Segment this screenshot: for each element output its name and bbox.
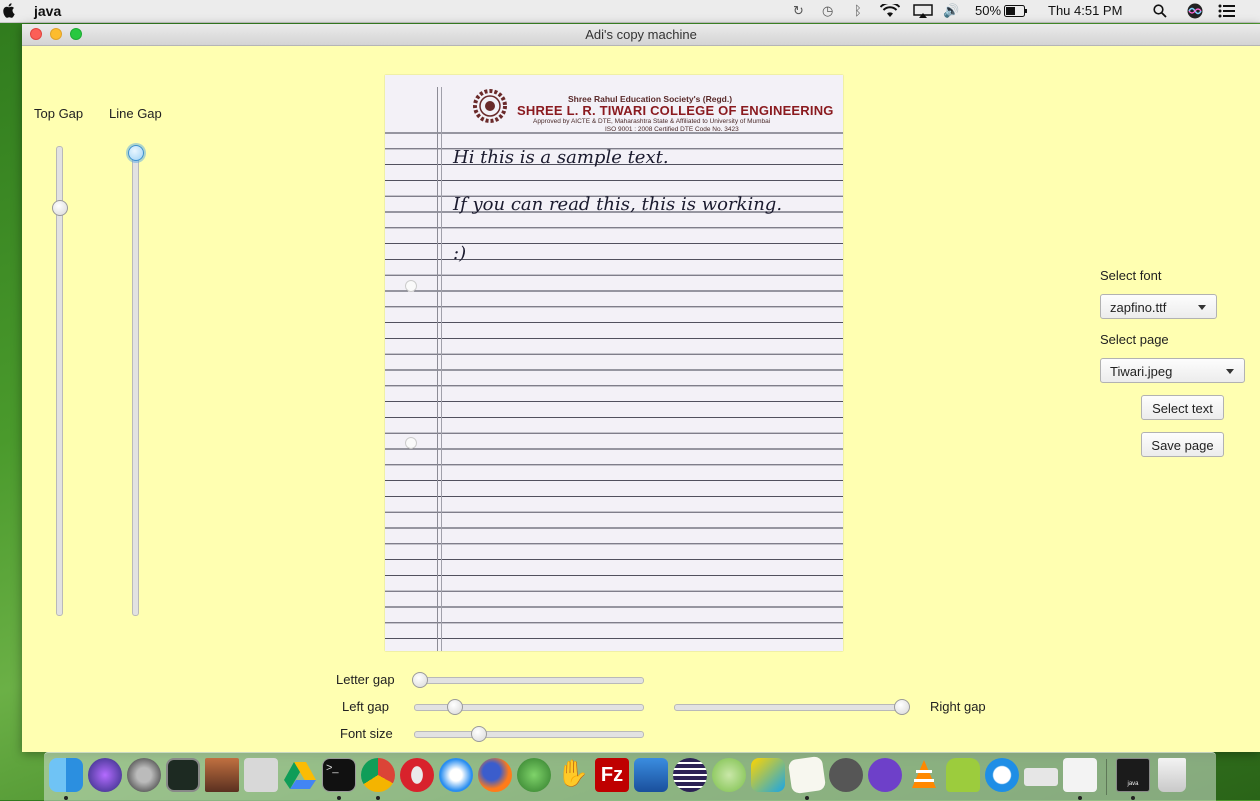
google-drive-icon[interactable] (283, 758, 317, 792)
eclipse-icon[interactable] (673, 758, 707, 792)
chevron-down-icon (1226, 369, 1234, 374)
top-gap-slider-track[interactable] (56, 146, 63, 616)
opera-icon[interactable] (400, 758, 434, 792)
handwritten-line: If you can read this, this is working. (453, 194, 783, 215)
spotlight-search-icon[interactable] (1153, 4, 1167, 18)
font-dropdown-value: zapfino.ttf (1110, 300, 1167, 315)
finder-icon[interactable] (49, 758, 83, 792)
dock: >_ ✋ Fz java (44, 752, 1216, 801)
punch-hole (405, 280, 417, 292)
letter-gap-label: Letter gap (336, 672, 395, 687)
running-indicator (1078, 796, 1082, 800)
firefox-icon[interactable] (478, 758, 512, 792)
line-gap-slider-thumb[interactable] (128, 145, 144, 161)
app-window: Adi's copy machine Top Gap Line Gap Shre… (22, 24, 1260, 752)
apple-icon[interactable] (3, 2, 15, 18)
chrome-icon[interactable] (361, 758, 395, 792)
college-seal-icon (473, 89, 507, 123)
wifi-icon[interactable] (880, 4, 900, 18)
left-gap-slider-thumb[interactable] (446, 699, 463, 715)
webstorm-icon[interactable] (751, 758, 785, 792)
page-dropdown[interactable]: Tiwari.jpeg (1100, 358, 1245, 383)
menu-bar: java ↻ ◷ ᛒ 🔊 50% Thu 4:51 PM (0, 0, 1260, 23)
handwritten-line: :) (453, 243, 467, 264)
title-bar[interactable]: Adi's copy machine (22, 24, 1260, 46)
github-desktop-icon[interactable] (868, 758, 902, 792)
airplay-icon[interactable] (913, 4, 933, 18)
running-indicator (337, 796, 341, 800)
siri-dock-icon[interactable] (88, 758, 122, 792)
margin-line (441, 87, 442, 651)
header-approval: Approved by AICTE & DTE, Maharashtra Sta… (533, 118, 771, 125)
filezilla-icon[interactable]: Fz (595, 758, 629, 792)
system-preferences-icon[interactable] (127, 758, 161, 792)
right-gap-slider-track[interactable] (674, 704, 909, 711)
bluetooth-icon[interactable]: ᛒ (854, 3, 862, 18)
letter-gap-slider-thumb[interactable] (412, 672, 428, 688)
battery-icon[interactable] (1004, 5, 1028, 17)
clock[interactable]: Thu 4:51 PM (1048, 3, 1122, 18)
calculator-icon[interactable] (244, 758, 278, 792)
xcode-icon[interactable] (634, 758, 668, 792)
android-icon[interactable] (946, 758, 980, 792)
punch-hole (405, 437, 417, 449)
letter-gap-slider-track[interactable] (414, 677, 644, 684)
font-size-slider-track[interactable] (414, 731, 644, 738)
photo-booth-icon[interactable] (205, 758, 239, 792)
vlc-icon[interactable] (907, 758, 941, 792)
select-text-button[interactable]: Select text (1141, 395, 1224, 420)
line-gap-label: Line Gap (109, 106, 162, 121)
app-menu-name[interactable]: java (34, 3, 61, 19)
hand-tool-icon[interactable]: ✋ (556, 758, 590, 792)
running-indicator (64, 796, 68, 800)
battery-percent: 50% (975, 3, 1002, 18)
top-gap-slider-thumb[interactable] (52, 199, 68, 216)
page-preview: Shree Rahul Education Society's (Regd.) … (385, 75, 843, 651)
trash-icon[interactable] (1158, 758, 1186, 792)
java-app-label: java (1127, 781, 1139, 787)
header-college-name: SHREE L. R. TIWARI COLLEGE OF ENGINEERIN… (517, 103, 834, 118)
left-gap-label: Left gap (342, 699, 389, 714)
running-indicator (376, 796, 380, 800)
siri-icon[interactable] (1187, 3, 1203, 19)
chevron-down-icon (1198, 305, 1206, 310)
terminal-icon[interactable]: >_ (322, 758, 356, 792)
sync-icon[interactable]: ↻ (793, 3, 804, 19)
textedit-icon[interactable] (787, 755, 827, 795)
activity-monitor-icon[interactable] (166, 758, 200, 792)
dock-separator (1106, 759, 1107, 795)
volume-icon[interactable]: 🔊 (943, 3, 959, 19)
font-dropdown[interactable]: zapfino.ttf (1100, 294, 1217, 319)
handwritten-line: Hi this is a sample text. (453, 147, 669, 168)
safari-icon[interactable] (439, 758, 473, 792)
save-page-button[interactable]: Save page (1141, 432, 1224, 457)
top-gap-label: Top Gap (34, 106, 84, 121)
font-size-slider-thumb[interactable] (470, 726, 487, 742)
sequel-icon[interactable] (829, 758, 863, 792)
android-studio-icon[interactable] (712, 758, 746, 792)
page-dropdown-value: Tiwari.jpeg (1110, 364, 1173, 379)
coffee-icon[interactable] (1063, 758, 1097, 792)
header-iso: ISO 9001 : 2008 Certified DTE Code No. 3… (605, 126, 739, 133)
right-gap-slider-thumb[interactable] (894, 699, 910, 715)
right-gap-label: Right gap (930, 699, 986, 714)
running-indicator (805, 796, 809, 800)
time-machine-icon[interactable]: ◷ (822, 3, 833, 19)
select-page-label: Select page (1100, 332, 1169, 347)
font-size-label: Font size (340, 726, 393, 741)
java-app-icon[interactable]: java (1116, 758, 1150, 792)
running-indicator (1131, 796, 1135, 800)
select-font-label: Select font (1100, 268, 1162, 283)
margin-line (437, 87, 438, 651)
notification-center-icon[interactable] (1218, 4, 1236, 18)
line-gap-slider-track[interactable] (132, 146, 139, 616)
printer-icon[interactable] (1024, 768, 1058, 786)
teamviewer-icon[interactable] (985, 758, 1019, 792)
window-title: Adi's copy machine (585, 27, 697, 42)
globe-icon[interactable] (517, 758, 551, 792)
